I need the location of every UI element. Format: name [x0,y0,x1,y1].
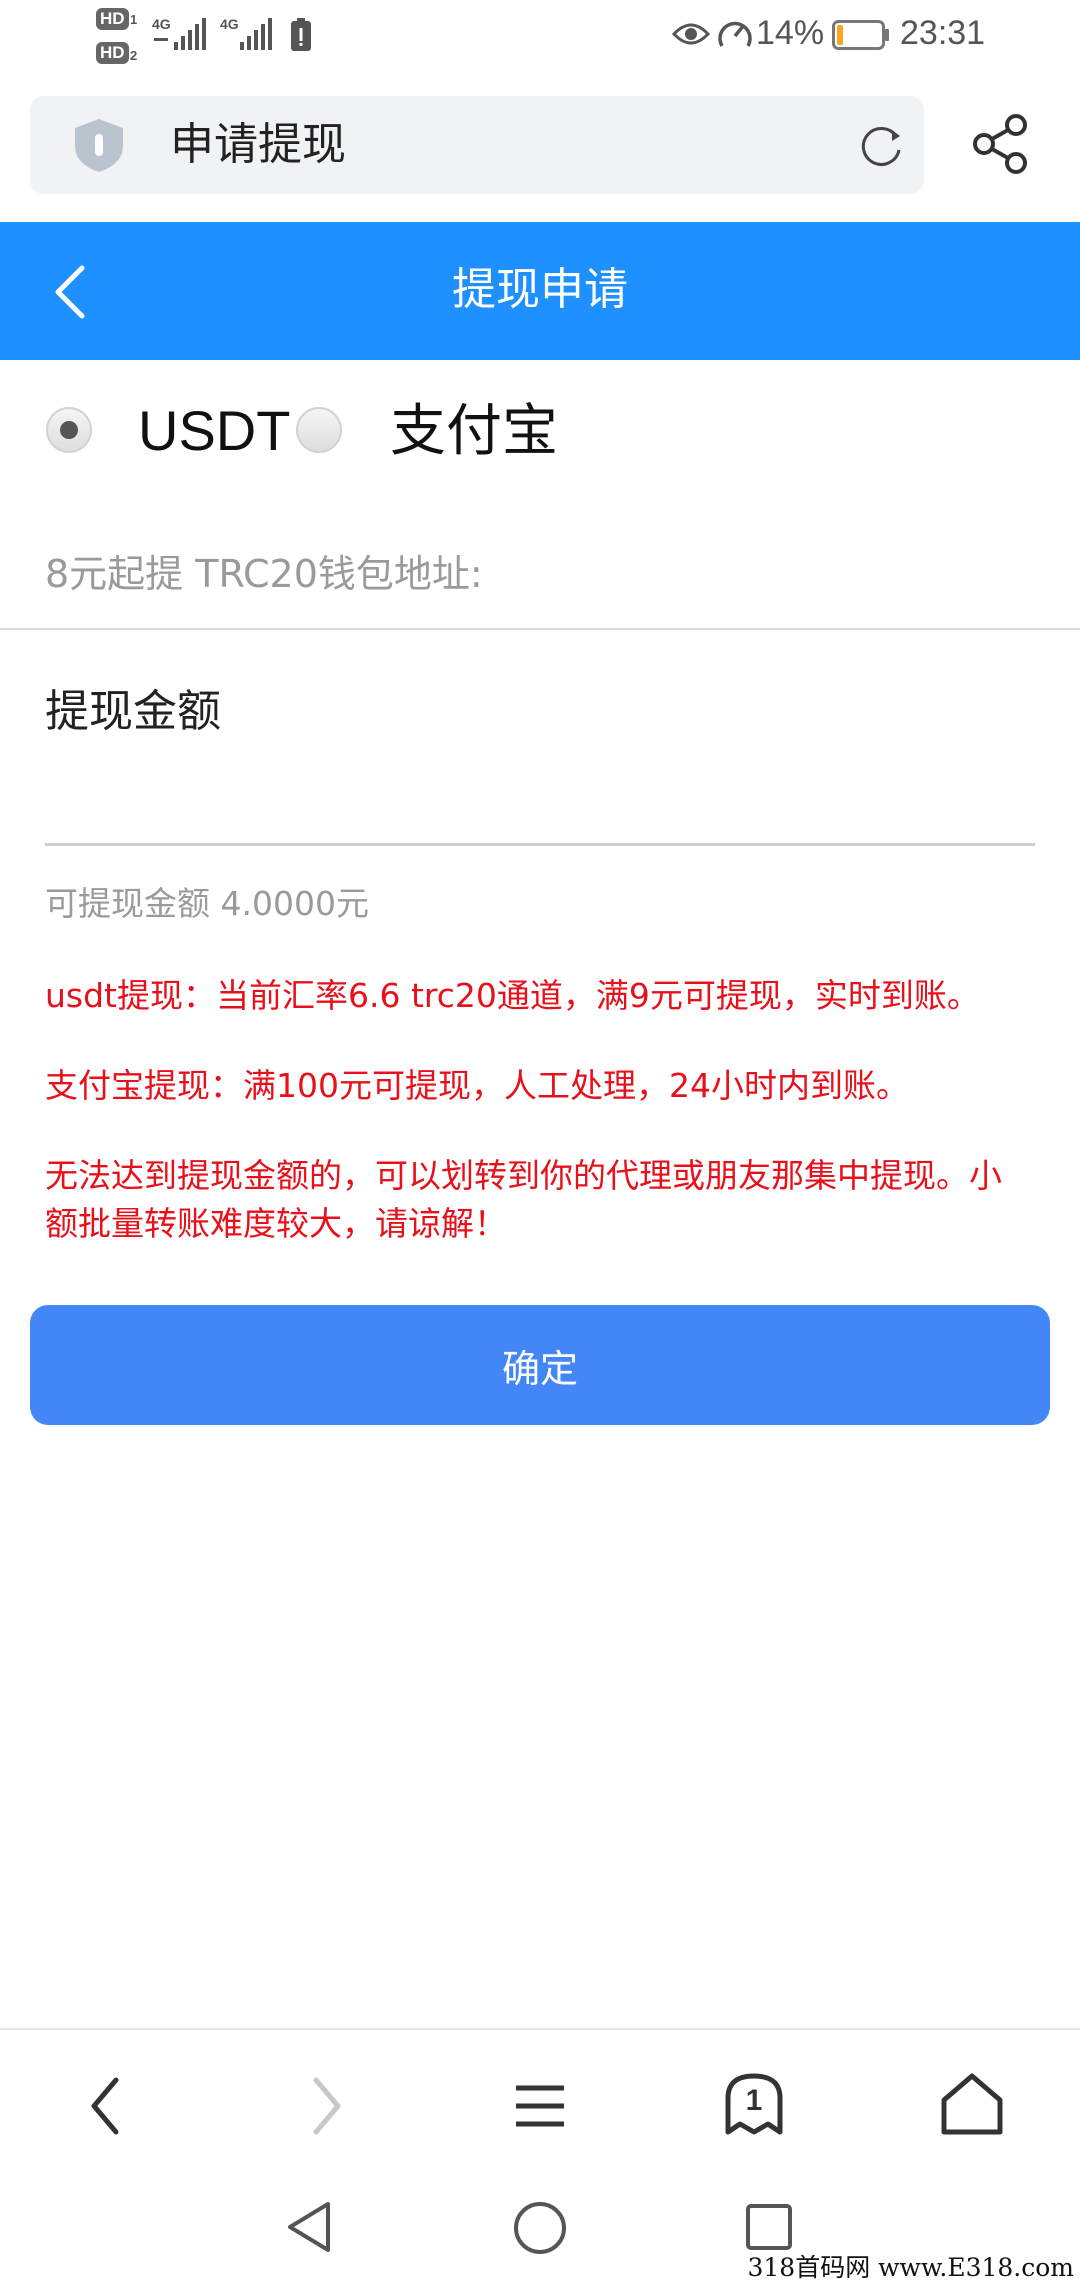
circle-home-icon[interactable] [512,2200,568,2256]
menu-icon[interactable] [512,2078,568,2134]
radio-usdt[interactable] [46,407,92,453]
radio-alipay[interactable] [296,407,342,453]
amount-label: 提现金额 [45,686,221,737]
forward-icon[interactable] [306,2074,346,2138]
page-title[interactable]: 申请提现 [170,116,346,174]
sim2-index: 2 [130,48,138,63]
home-icon[interactable] [938,2070,1006,2138]
square-recents-icon[interactable] [744,2202,794,2252]
amount-input[interactable] [45,760,1035,846]
watermark: 318首码网 www.E318.com [747,2253,1074,2282]
triangle-back-icon[interactable] [284,2200,334,2254]
radio-label-alipay[interactable]: 支付宝 [390,396,558,466]
radio-label-usdt[interactable]: USDT [138,396,290,466]
sim2-hd-badge: HD [96,42,129,64]
alert-battery-icon [291,18,311,51]
confirm-button[interactable]: 确定 [30,1305,1050,1425]
available-amount: 可提现金额 4.0000元 [45,884,369,923]
status-bar: HD 1 HD 2 4G 4G 14% 23:31 [0,0,1080,72]
shield-icon[interactable] [70,116,128,174]
share-icon[interactable] [970,112,1034,176]
address-bar[interactable]: 申请提现 [30,96,924,194]
sim1-hd-badge: HD [96,8,129,30]
header-title: 提现申请 [452,264,628,315]
speed-icon [718,21,752,47]
signal-icon [154,18,206,50]
tab-count: 1 [745,2084,763,2117]
clock: 23:31 [900,14,986,52]
page-header: 提现申请 [0,222,1080,360]
battery-percent: 14% [756,14,825,52]
sim1-index: 1 [130,12,138,27]
alipay-note: 支付宝提现：满100元可提现，人工处理，24小时内到账。 [45,1066,909,1105]
battery-icon [832,20,889,50]
wallet-address-input[interactable] [0,520,1080,630]
signal-icon-2 [240,18,272,50]
eye-icon [672,23,710,45]
tabs-button[interactable]: 1 [722,2070,786,2140]
refresh-icon[interactable] [856,120,906,170]
usdt-note: usdt提现：当前汇率6.6 trc20通道，满9元可提现，实时到账。 [45,976,980,1015]
back-icon[interactable] [86,2074,126,2138]
transfer-note: 无法达到提现金额的，可以划转到你的代理或朋友那集中提现。小额批量转账难度较大，请… [45,1156,1002,1243]
network-type-2: 4G [220,16,239,32]
radio-selected-dot [60,421,78,439]
browser-bottom-nav: 1 [0,2028,1080,2178]
